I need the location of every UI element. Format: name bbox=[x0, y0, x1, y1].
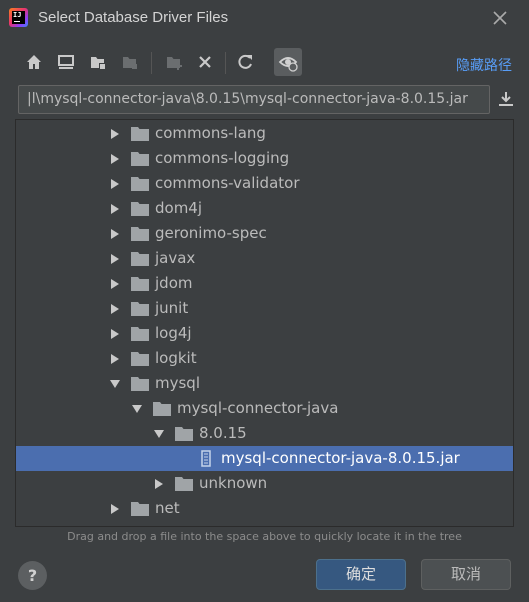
new-folder-icon bbox=[160, 48, 188, 76]
ok-button[interactable]: 确定 bbox=[316, 559, 406, 590]
tree-row-folder[interactable]: dom4j bbox=[16, 196, 513, 221]
folder-icon bbox=[131, 302, 149, 316]
chevron-right-icon[interactable] bbox=[109, 278, 121, 290]
folder-icon bbox=[131, 252, 149, 266]
tree-item-label: mysql-connector-java-8.0.15.jar bbox=[221, 449, 460, 467]
tree-row-folder[interactable]: javax bbox=[16, 246, 513, 271]
tree-item-label: mysql-connector-java bbox=[177, 399, 339, 417]
tree-item-label: 8.0.15 bbox=[199, 424, 247, 442]
chevron-right-icon[interactable] bbox=[109, 228, 121, 240]
chevron-right-icon[interactable] bbox=[109, 203, 121, 215]
module-folder-icon bbox=[116, 48, 144, 76]
path-input[interactable]: |l\mysql-connector-java\8.0.15\mysql-con… bbox=[18, 85, 490, 114]
tree-item-label: logkit bbox=[155, 349, 197, 367]
chevron-right-icon[interactable] bbox=[109, 253, 121, 265]
tree-item-label: javax bbox=[155, 249, 196, 267]
refresh-icon[interactable] bbox=[231, 48, 259, 76]
chevron-right-icon[interactable] bbox=[109, 353, 121, 365]
path-input-value: |l\mysql-connector-java\8.0.15\mysql-con… bbox=[27, 91, 468, 107]
drag-drop-hint: Drag and drop a file into the space abov… bbox=[67, 530, 462, 543]
tree-row-folder[interactable]: mysql bbox=[16, 371, 513, 396]
toolbar bbox=[18, 48, 518, 78]
download-icon[interactable] bbox=[496, 89, 516, 109]
chevron-down-icon[interactable] bbox=[153, 428, 165, 440]
tree-row-folder[interactable]: commons-logging bbox=[16, 146, 513, 171]
tree-item-label: dom4j bbox=[155, 199, 203, 217]
tree-row-folder[interactable]: junit bbox=[16, 296, 513, 321]
close-icon[interactable] bbox=[491, 9, 509, 27]
tree-item-label: geronimo-spec bbox=[155, 224, 267, 242]
folder-icon bbox=[131, 277, 149, 291]
folder-icon bbox=[131, 152, 149, 166]
tree-row-folder[interactable]: geronimo-spec bbox=[16, 221, 513, 246]
tree-row-folder[interactable]: jdom bbox=[16, 271, 513, 296]
tree-row-folder[interactable]: log4j bbox=[16, 321, 513, 346]
chevron-right-icon[interactable] bbox=[109, 328, 121, 340]
chevron-down-icon[interactable] bbox=[109, 378, 121, 390]
tree-row-jar[interactable]: mysql-connector-java-8.0.15.jar bbox=[16, 446, 513, 471]
tree-item-label: junit bbox=[155, 299, 189, 317]
folder-icon bbox=[131, 127, 149, 141]
tree-row-folder[interactable]: commons-validator bbox=[16, 171, 513, 196]
tree-item-label: jdom bbox=[155, 274, 193, 292]
folder-icon bbox=[131, 377, 149, 391]
chevron-right-icon[interactable] bbox=[153, 478, 165, 490]
desktop-icon[interactable] bbox=[52, 48, 80, 76]
toolbar-separator bbox=[225, 52, 226, 74]
title-bar: IJ Select Database Driver Files bbox=[0, 0, 529, 36]
cancel-button[interactable]: 取消 bbox=[421, 559, 511, 590]
folder-icon bbox=[175, 427, 193, 441]
intellij-logo-icon: IJ bbox=[9, 8, 28, 27]
folder-icon bbox=[131, 352, 149, 366]
tree-row-folder[interactable]: mysql-connector-java bbox=[16, 396, 513, 421]
hide-path-link[interactable]: 隐藏路径 bbox=[456, 55, 512, 75]
tree-row-folder[interactable]: unknown bbox=[16, 471, 513, 496]
tree-row-folder[interactable]: net bbox=[16, 496, 513, 521]
folder-icon bbox=[131, 502, 149, 516]
toolbar-separator bbox=[151, 52, 152, 74]
file-tree[interactable]: commons-lang commons-logging commons-valid… bbox=[15, 119, 514, 527]
tree-row-folder[interactable]: commons-lang bbox=[16, 121, 513, 146]
folder-icon bbox=[131, 202, 149, 216]
chevron-right-icon[interactable] bbox=[109, 503, 121, 515]
folder-icon bbox=[175, 477, 193, 491]
tree-item-label: commons-logging bbox=[155, 149, 290, 167]
folder-icon bbox=[153, 402, 171, 416]
folder-icon bbox=[131, 177, 149, 191]
delete-icon[interactable] bbox=[191, 48, 219, 76]
chevron-right-icon[interactable] bbox=[109, 178, 121, 190]
chevron-down-icon[interactable] bbox=[131, 403, 143, 415]
show-hidden-icon[interactable] bbox=[274, 48, 302, 76]
jar-file-icon bbox=[201, 450, 211, 467]
tree-item-label: commons-validator bbox=[155, 174, 300, 192]
project-folder-icon[interactable] bbox=[84, 48, 112, 76]
tree-item-label: log4j bbox=[155, 324, 192, 342]
tree-item-label: net bbox=[155, 499, 180, 517]
tree-row-folder[interactable]: logkit bbox=[16, 346, 513, 371]
chevron-right-icon[interactable] bbox=[109, 303, 121, 315]
folder-icon bbox=[131, 327, 149, 341]
tree-item-label: mysql bbox=[155, 374, 200, 392]
tree-row-folder[interactable]: 8.0.15 bbox=[16, 421, 513, 446]
folder-icon bbox=[131, 227, 149, 241]
help-button[interactable]: ? bbox=[18, 561, 47, 590]
tree-item-label: unknown bbox=[199, 474, 268, 492]
home-icon[interactable] bbox=[20, 48, 48, 76]
tree-item-label: commons-lang bbox=[155, 124, 266, 142]
chevron-right-icon[interactable] bbox=[109, 153, 121, 165]
window-title: Select Database Driver Files bbox=[38, 9, 229, 26]
chevron-right-icon[interactable] bbox=[109, 128, 121, 140]
